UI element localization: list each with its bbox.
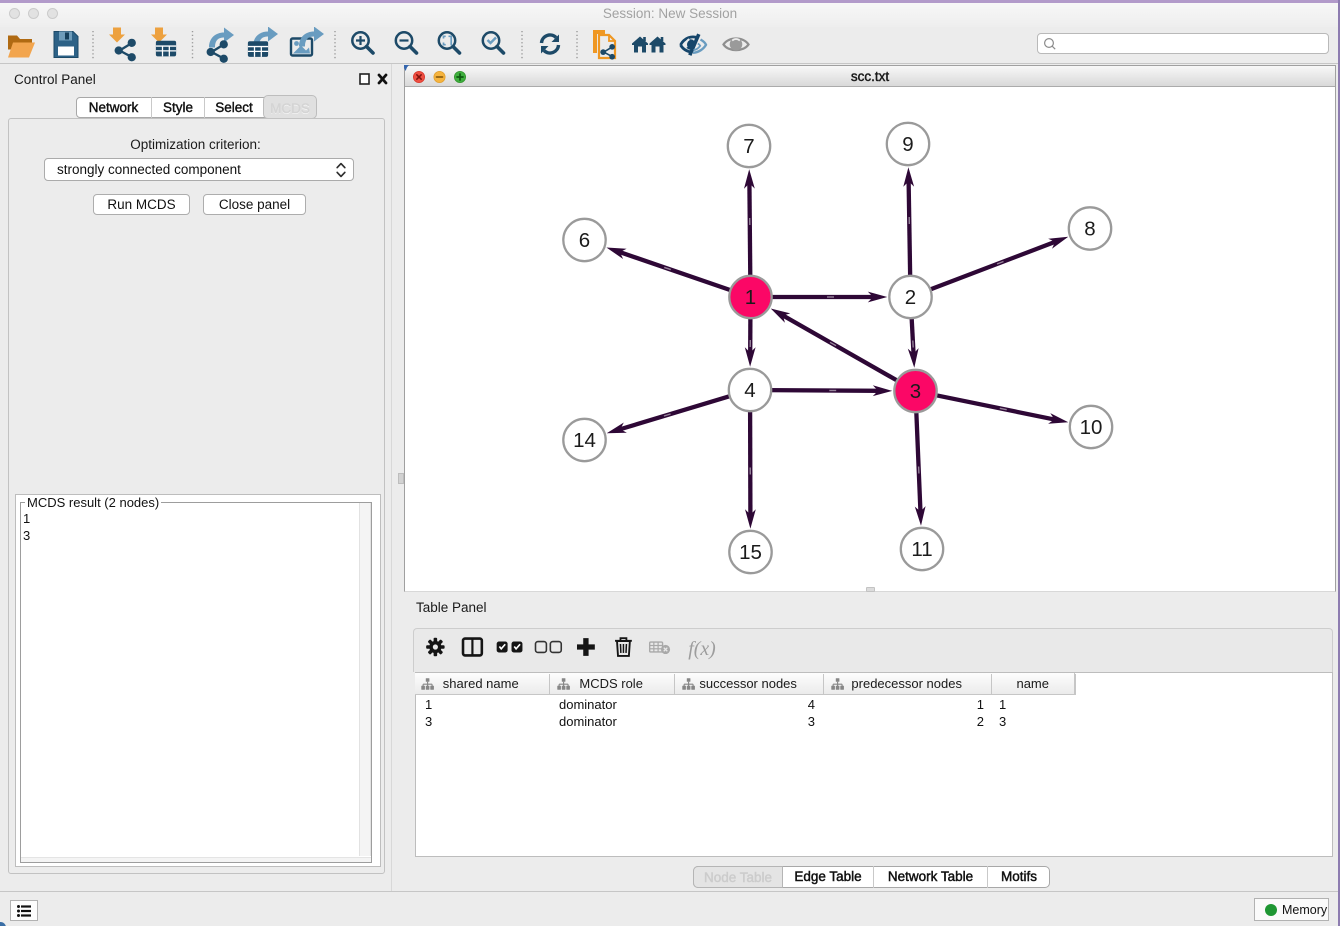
svg-text:15: 15 bbox=[739, 541, 762, 564]
svg-text:1: 1 bbox=[745, 286, 756, 309]
svg-text:3: 3 bbox=[910, 380, 921, 403]
svg-text:10: 10 bbox=[1080, 416, 1103, 439]
svg-text:9: 9 bbox=[902, 133, 913, 156]
svg-text:2: 2 bbox=[905, 286, 916, 309]
svg-text:4: 4 bbox=[744, 379, 755, 402]
svg-text:f(x): f(x) bbox=[688, 638, 715, 660]
svg-text:11: 11 bbox=[911, 538, 932, 561]
svg-text:7: 7 bbox=[743, 135, 754, 158]
svg-text:8: 8 bbox=[1084, 218, 1095, 241]
svg-text:6: 6 bbox=[579, 229, 590, 252]
svg-text:14: 14 bbox=[573, 429, 596, 452]
